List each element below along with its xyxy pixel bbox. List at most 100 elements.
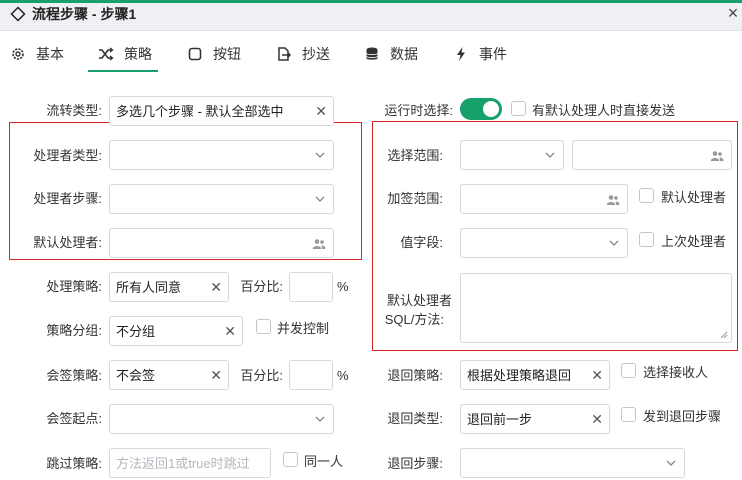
diamond-icon [10,6,26,22]
clear-icon[interactable]: ✕ [591,411,603,427]
same-person-label: 同一人 [304,454,344,469]
last-handler-label: 上次处理者 [661,234,727,249]
default-handler-checkbox[interactable] [639,188,654,203]
send-to-return-step-checkbox[interactable] [621,407,636,422]
countersign-start-select[interactable] [109,404,334,434]
handler-step-label: 处理者步骤: [33,191,102,206]
percent-unit: % [337,279,349,294]
clear-icon[interactable]: ✕ [224,323,236,339]
send-to-return-step-label: 发到退回步骤 [643,409,722,424]
return-strategy-select[interactable]: 根据处理策略退回 ✕ [460,360,610,390]
flow-type-select[interactable]: 多选几个步骤 - 默认全部选中 ✕ [109,96,334,126]
bolt-icon [457,47,465,61]
tab-events[interactable]: 事件 [453,38,507,70]
resize-handle-icon[interactable] [720,331,728,339]
return-strategy-label: 退回策略: [387,368,443,383]
flow-type-label: 流转类型: [46,103,102,118]
square-icon [188,47,202,61]
users-icon[interactable] [710,150,724,162]
runtime-select-label: 运行时选择: [384,103,453,118]
percent-unit: % [337,368,349,383]
select-receiver-checkbox[interactable] [621,363,636,378]
runtime-select-toggle[interactable] [460,98,502,120]
strategy-group-label: 策略分组: [46,323,102,338]
return-step-select[interactable] [460,448,685,478]
default-handler-check-label: 默认处理者 [661,190,727,205]
return-type-select[interactable]: 退回前一步 ✕ [460,404,610,434]
default-handler-sql-textarea[interactable] [460,273,732,343]
shuffle-icon [99,47,114,61]
users-icon[interactable] [312,238,326,250]
tab-buttons[interactable]: 按钮 [187,38,241,70]
clear-icon[interactable]: ✕ [591,367,603,383]
handle-strategy-value: 所有人同意 [116,280,182,295]
gear-icon [12,48,24,60]
default-handler-picker[interactable] [109,228,334,258]
default-handler-sql-label-2: SQL/方法: [384,312,444,327]
close-icon[interactable]: × [724,4,742,22]
clear-icon[interactable]: ✕ [210,279,222,295]
tab-label: 策略 [124,46,152,62]
countersign-strategy-label: 会签策略: [46,368,102,383]
window-title: 流程步骤 - 步骤1 [32,6,137,22]
clear-icon[interactable]: ✕ [210,367,222,383]
chevron-down-icon [315,196,325,202]
countersign-range-label: 加签范围: [387,191,443,206]
clear-icon[interactable]: ✕ [315,103,327,119]
handle-percent-input[interactable] [289,272,333,302]
skip-strategy-placeholder: 方法返回1或true时跳过 [116,456,250,471]
skip-strategy-label: 跳过策略: [46,456,102,471]
chevron-down-icon [666,460,676,466]
chevron-down-icon [315,416,325,422]
value-field-select[interactable] [460,228,628,258]
countersign-strategy-select[interactable]: 不会签 ✕ [109,360,229,390]
tab-label: 抄送 [302,46,330,62]
value-field-label: 值字段: [400,235,443,250]
handler-type-label: 处理者类型: [33,148,102,163]
countersign-strategy-value: 不会签 [116,368,156,383]
direct-send-checkbox[interactable] [511,101,526,116]
default-handler-sql-label-1: 默认处理者 [386,293,452,308]
concurrency-control-checkbox[interactable] [256,319,271,334]
tab-label: 按钮 [213,46,241,62]
tab-basic[interactable]: 基本 [10,38,64,70]
strategy-group-select[interactable]: 不分组 ✕ [109,316,243,346]
handler-type-select[interactable] [109,140,334,170]
tab-label: 基本 [36,46,64,62]
select-range-label: 选择范围: [387,148,443,163]
tab-strategy[interactable]: 策略 [98,38,152,70]
flow-type-value: 多选几个步骤 - 默认全部选中 [116,104,284,119]
chevron-down-icon [609,240,619,246]
chevron-down-icon [545,152,555,158]
countersign-range-picker[interactable] [460,184,628,214]
handle-strategy-select[interactable]: 所有人同意 ✕ [109,272,229,302]
database-icon [366,47,378,60]
countersign-start-label: 会签起点: [46,411,102,426]
tab-data[interactable]: 数据 [364,38,418,70]
tab-label: 数据 [390,46,418,62]
handler-step-select[interactable] [109,184,334,214]
return-type-value: 退回前一步 [467,412,533,427]
concurrency-control-label: 并发控制 [277,321,330,336]
percent-label: 百分比: [240,279,283,294]
handle-strategy-label: 处理策略: [46,279,102,294]
share-icon [278,47,292,61]
users-icon[interactable] [606,194,620,206]
toggle-knob [483,101,499,117]
select-range-picker[interactable] [572,140,732,170]
skip-strategy-input[interactable]: 方法返回1或true时跳过 [109,448,271,478]
return-type-label: 退回类型: [387,411,443,426]
direct-send-label: 有默认处理人时直接发送 [532,103,676,118]
countersign-percent-input[interactable] [289,360,333,390]
return-step-label: 退回步骤: [387,456,443,471]
select-range-select[interactable] [460,140,564,170]
last-handler-checkbox[interactable] [639,232,654,247]
default-handler-label: 默认处理者: [33,235,102,250]
chevron-down-icon [315,152,325,158]
percent-label: 百分比: [240,368,283,383]
same-person-checkbox[interactable] [283,452,298,467]
select-receiver-label: 选择接收人 [643,365,709,380]
strategy-group-value: 不分组 [116,324,156,339]
tab-label: 事件 [479,46,507,62]
tab-cc[interactable]: 抄送 [276,38,330,70]
